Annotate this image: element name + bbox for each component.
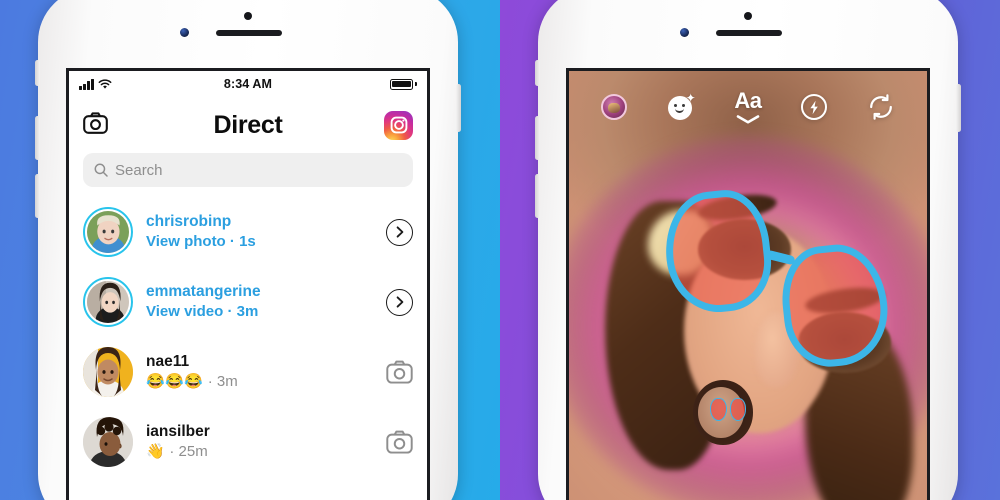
table-row[interactable]: nae11 😂😂😂 · 3m [69,337,427,407]
glasses-lens-left [659,185,776,317]
thread-text: chrisrobinp View photo · 1s [146,213,373,251]
chevron-right-circle-icon[interactable] [386,218,413,246]
navigation-bar: Direct [69,97,427,153]
chevron-right-circle-icon[interactable] [386,288,413,316]
power-button[interactable] [456,84,461,132]
thread-username: nae11 [146,353,190,371]
front-camera-dot [244,12,252,20]
thread-preview: 👋 · 25m [146,442,208,460]
avatar[interactable] [83,207,133,257]
volume-down-button[interactable] [535,174,540,218]
status-bar: 8:34 AM [69,71,427,97]
screenshot-stage: 8:34 AM Direct Search chrisrobinp View p… [0,0,1000,500]
avatar-image [83,417,133,467]
thread-username: emmatangerine [146,283,261,301]
proximity-sensor-icon [680,28,689,37]
table-row[interactable]: emmatangerine View video · 3m [69,267,427,337]
thread-text: emmatangerine View video · 3m [146,283,373,321]
volume-up-button[interactable] [35,116,40,160]
flash-button[interactable] [801,94,828,120]
glasses-lens-right [777,240,894,372]
face-filter-button[interactable]: ✦ [667,91,696,121]
avatar[interactable] [83,417,133,467]
page-title: Direct [213,110,283,139]
volume-up-button[interactable] [535,116,540,160]
avatar[interactable] [83,277,133,327]
mute-switch[interactable] [535,60,540,86]
camera-icon[interactable] [386,360,413,384]
mini-glasses-icon [710,398,747,422]
status-bar-time: 8:34 AM [223,77,273,91]
face-filter-icon: ✦ [667,91,696,121]
thread-username: chrisrobinp [146,213,232,231]
mute-switch[interactable] [35,60,40,86]
phone-screen-left: 8:34 AM Direct Search chrisrobinp View p… [66,68,430,500]
volume-down-button[interactable] [35,174,40,218]
search-input[interactable]: Search [83,153,413,187]
rotate-camera-button[interactable] [867,93,895,121]
left-panel: 8:34 AM Direct Search chrisrobinp View p… [0,0,500,500]
filter-thumbnail[interactable] [600,94,627,120]
rotate-camera-icon [870,94,892,120]
search-icon [94,163,108,177]
table-row[interactable]: chrisrobinp View photo · 1s [69,197,427,267]
thread-preview: 😂😂😂 · 3m [146,372,238,390]
iphone-direct-inbox: 8:34 AM Direct Search chrisrobinp View p… [35,0,461,500]
text-tool-label: Aa [734,88,762,113]
iphone-camera-filter: ✦ Aa [535,0,961,500]
right-panel: ✦ Aa [500,0,1000,500]
camera-toolbar: ✦ Aa [569,81,927,133]
camera-icon[interactable] [83,111,108,139]
text-tool-button[interactable]: Aa [734,88,762,124]
chevron-down-icon [736,115,760,124]
thread-preview: View video · 3m [146,302,259,320]
thread-text: iansilber 👋 · 25m [146,423,373,461]
search-container: Search [69,153,427,197]
direct-thread-list: chrisrobinp View photo · 1s emmatangerin… [69,197,427,477]
power-button[interactable] [956,84,961,132]
earpiece-speaker [216,30,282,36]
flash-icon [801,94,828,120]
front-camera-dot [744,12,752,20]
ar-glasses-icon [659,185,894,382]
sparkle-icon: ✦ [685,91,696,105]
phone-screen-right: ✦ Aa [566,68,930,500]
thread-username: iansilber [146,423,210,441]
avatar[interactable] [83,347,133,397]
table-row[interactable]: iansilber 👋 · 25m [69,407,427,477]
camera-viewfinder[interactable]: ✦ Aa [569,71,927,500]
filter-thumbnail-icon [600,94,627,120]
camera-icon[interactable] [386,430,413,454]
avatar-image [83,347,133,397]
instagram-logo-icon[interactable] [384,110,413,140]
ar-filter-face [569,71,927,500]
thread-text: nae11 😂😂😂 · 3m [146,353,373,391]
earpiece-speaker [716,30,782,36]
search-placeholder: Search [115,161,163,179]
thread-preview: View photo · 1s [146,232,256,250]
proximity-sensor-icon [180,28,189,37]
